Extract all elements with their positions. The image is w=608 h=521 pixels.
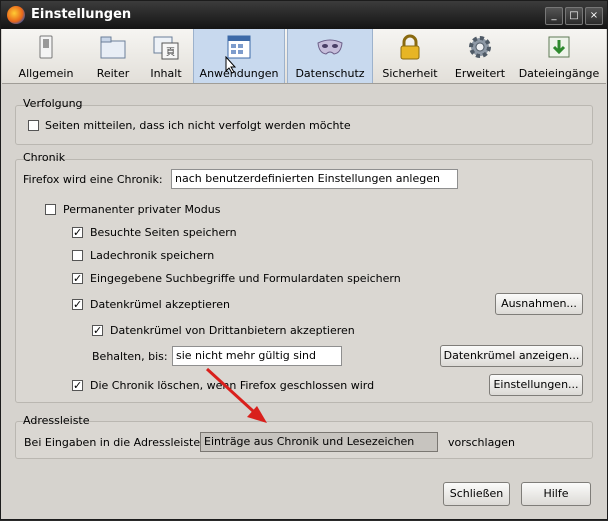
- accept-cookies-checkbox[interactable]: ✓: [72, 299, 83, 310]
- urlbar-suggest-label: Bei Eingaben in die Adressleiste: [24, 436, 201, 449]
- content-icon: 頁: [153, 36, 179, 60]
- tab-label: Anwendungen: [199, 67, 279, 80]
- history-mode-select[interactable]: nach benutzerdefinierten Einstellungen a…: [171, 169, 458, 189]
- third-party-cookies-label: Datenkrümel von Drittanbietern akzeptier…: [110, 324, 355, 337]
- window-title: Einstellungen: [31, 7, 132, 22]
- tab-label: Sicherheit: [382, 67, 438, 80]
- tab-label: Inhalt: [150, 67, 182, 80]
- minimize-button[interactable]: _: [545, 7, 563, 25]
- svg-text:頁: 頁: [166, 47, 175, 58]
- history-group-title: Chronik: [23, 151, 66, 164]
- folder-tabs-icon: [100, 36, 126, 59]
- clear-on-close-label: Die Chronik löschen, wenn Firefox geschl…: [90, 379, 375, 392]
- clear-on-close-checkbox[interactable]: ✓: [72, 380, 83, 391]
- title-bar: Einstellungen _ □ ×: [1, 1, 607, 29]
- tab-allgemein[interactable]: Allgemein: [14, 29, 78, 83]
- gear-icon: [469, 36, 491, 58]
- mouse-cursor-icon: [225, 56, 237, 74]
- keep-until-select[interactable]: sie nicht mehr gültig sind: [172, 346, 342, 366]
- do-not-track-label: Seiten mitteilen, dass ich nicht verfolg…: [45, 119, 351, 132]
- accept-cookies-label: Datenkrümel akzeptieren: [90, 298, 230, 311]
- tab-reiter[interactable]: Reiter: [84, 29, 142, 83]
- tab-anwendungen[interactable]: Anwendungen: [193, 29, 285, 83]
- maximize-button[interactable]: □: [565, 7, 583, 25]
- tab-erweitert[interactable]: Erweitert: [448, 29, 512, 83]
- urlbar-group-title: Adressleiste: [23, 414, 90, 427]
- remember-forms-label: Eingegebene Suchbegriffe und Formulardat…: [90, 272, 401, 285]
- keep-until-label: Behalten, bis:: [92, 350, 168, 363]
- remember-visited-checkbox[interactable]: ✓: [72, 227, 83, 238]
- tab-label: Dateieingänge: [518, 67, 600, 80]
- urlbar-suggest-select[interactable]: Einträge aus Chronik und Lesezeichen: [200, 432, 438, 452]
- download-icon: [548, 36, 570, 58]
- clear-settings-button[interactable]: Einstellungen...: [489, 374, 583, 396]
- private-mode-checkbox[interactable]: [45, 204, 56, 215]
- close-button[interactable]: Schließen: [443, 482, 510, 506]
- tracking-group-title: Verfolgung: [23, 97, 83, 110]
- history-mode-label: Firefox wird eine Chronik:: [23, 173, 163, 186]
- preferences-toolbar: Allgemein Reiter 頁 Inhalt Anwendungen Da…: [2, 29, 606, 84]
- remember-visited-label: Besuchte Seiten speichern: [90, 226, 237, 239]
- firefox-logo-icon: [7, 6, 25, 24]
- private-mode-label: Permanenter privater Modus: [63, 203, 221, 216]
- urlbar-suggest-suffix: vorschlagen: [448, 436, 516, 449]
- tab-sicherheit[interactable]: Sicherheit: [375, 29, 445, 83]
- tab-inhalt[interactable]: 頁 Inhalt: [142, 29, 190, 83]
- do-not-track-checkbox[interactable]: [28, 120, 39, 131]
- preferences-window: Einstellungen _ □ × Allgemein Reiter 頁 I…: [0, 0, 608, 520]
- remember-downloads-label: Ladechronik speichern: [90, 249, 215, 262]
- help-button[interactable]: Hilfe: [521, 482, 591, 506]
- tab-label: Allgemein: [18, 67, 74, 80]
- tab-label: Datenschutz: [295, 67, 365, 80]
- mask-icon: [317, 39, 343, 55]
- tab-datenschutz[interactable]: Datenschutz: [287, 29, 373, 83]
- padlock-icon: [400, 34, 420, 60]
- close-window-button[interactable]: ×: [585, 7, 603, 25]
- exceptions-button[interactable]: Ausnahmen...: [495, 293, 583, 315]
- remember-downloads-checkbox[interactable]: [72, 250, 83, 261]
- switch-icon: [39, 35, 53, 59]
- third-party-cookies-checkbox[interactable]: ✓: [92, 325, 103, 336]
- show-cookies-button[interactable]: Datenkrümel anzeigen...: [440, 345, 583, 367]
- tab-label: Reiter: [96, 67, 130, 80]
- remember-forms-checkbox[interactable]: ✓: [72, 273, 83, 284]
- tab-label: Erweitert: [454, 67, 506, 80]
- tab-dateieingaenge[interactable]: Dateieingänge: [516, 29, 602, 83]
